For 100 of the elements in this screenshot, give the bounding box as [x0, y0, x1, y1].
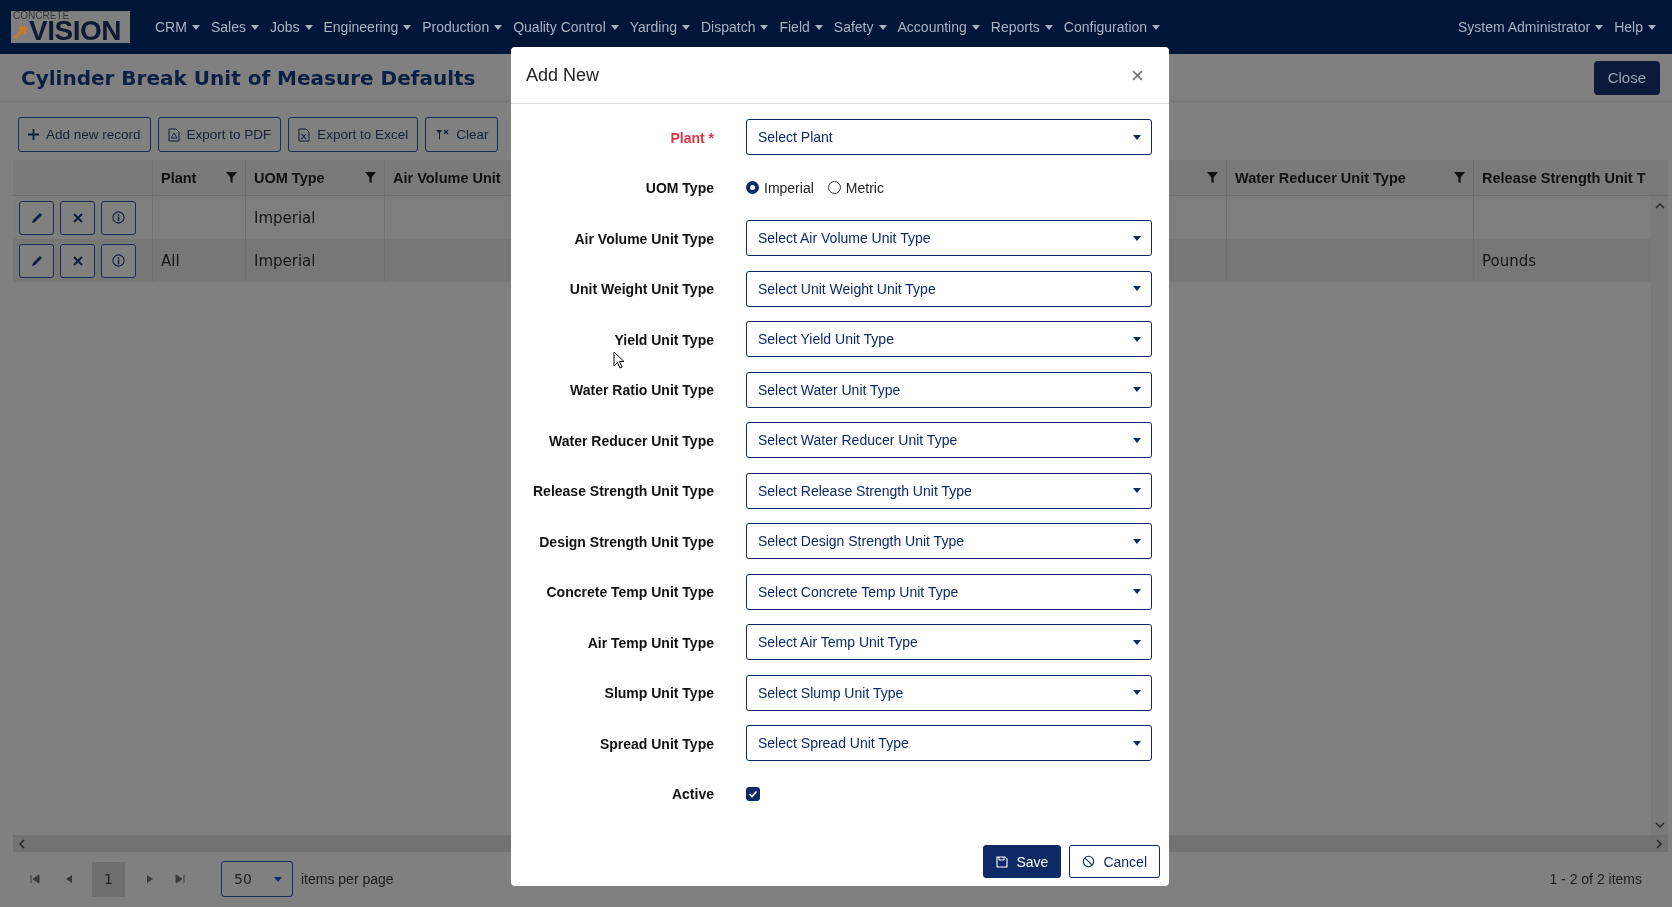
close-icon[interactable] [1132, 69, 1143, 81]
dialog-title: Add New [526, 64, 600, 86]
info-icon [112, 254, 125, 267]
select-dropdown[interactable]: Select Spread Unit Type [746, 725, 1152, 761]
nav-menu[interactable]: Jobs [264, 15, 318, 39]
caret-icon [610, 24, 619, 30]
nav-menu[interactable]: Yarding [624, 15, 695, 39]
toolbar-button[interactable]: Clear [425, 117, 499, 152]
scroll-down-icon[interactable] [1654, 821, 1665, 829]
scroll-left-icon[interactable] [18, 838, 26, 849]
delete-button[interactable] [60, 200, 95, 235]
column-header[interactable]: UOM Type [254, 169, 325, 186]
nav-menu[interactable]: Quality Control [508, 15, 624, 39]
cancel-icon [1082, 855, 1096, 868]
nav-menu[interactable]: Configuration [1058, 15, 1166, 39]
scroll-right-icon[interactable] [1655, 838, 1663, 849]
nav-menu[interactable]: Production [417, 15, 508, 39]
select-dropdown[interactable]: Select Slump Unit Type [746, 674, 1152, 711]
radio-button[interactable]: Metric [827, 179, 884, 196]
select-dropdown[interactable]: Select Yield Unit Type [746, 321, 1152, 357]
nav-menu[interactable]: CRM [150, 15, 205, 39]
caret-icon [1595, 24, 1604, 30]
nav-menu[interactable]: Safety [828, 15, 892, 39]
checkbox[interactable] [746, 786, 760, 801]
nav-menu[interactable]: Reports [985, 15, 1058, 39]
caret-icon [250, 24, 259, 30]
caret-icon [403, 24, 412, 30]
select-dropdown[interactable]: Select Air Temp Unit Type [746, 624, 1152, 660]
page-title: Cylinder Break Unit of Measure Defaults [21, 65, 476, 90]
nav-menu[interactable]: Engineering [318, 15, 417, 39]
pdf-file-icon [167, 127, 180, 142]
field-label: Air Temp Unit Type [587, 634, 714, 651]
caret-icon [814, 24, 823, 30]
info-button[interactable] [101, 200, 136, 235]
checkmark-icon [748, 788, 758, 799]
nav-menu[interactable]: System Administrator [1452, 15, 1609, 39]
caret-icon [682, 24, 690, 30]
nav-menu[interactable]: Accounting [892, 15, 985, 39]
select-dropdown[interactable]: Select Release Strength Unit Type [746, 472, 1152, 509]
filter-icon[interactable] [1207, 172, 1218, 183]
next-page-icon[interactable] [145, 874, 155, 884]
table-cell: Pounds [1482, 251, 1537, 270]
select-dropdown[interactable]: Select Unit Weight Unit Type [746, 270, 1152, 307]
field-label: Concrete Temp Unit Type [546, 584, 714, 600]
field-label: Water Reducer Unit Type [549, 432, 714, 449]
previous-page-icon[interactable] [64, 874, 74, 884]
caret-icon [760, 24, 769, 30]
page-size-dropdown[interactable]: 50 [221, 861, 293, 897]
field-label: Air Volume Unit Type [574, 230, 714, 247]
pencil-icon [30, 254, 43, 267]
pager-summary: 1 - 2 of 2 items [1549, 871, 1642, 887]
field-label: Yield Unit Type [614, 331, 714, 348]
edit-button[interactable] [19, 200, 54, 235]
arrow-icon [13, 24, 29, 40]
filter-icon[interactable] [226, 172, 237, 183]
field-label: Release Strength Unit Type [533, 483, 714, 499]
nav-menu[interactable]: Field [774, 15, 828, 39]
column-header[interactable]: Plant [161, 169, 197, 186]
toolbar-button[interactable]: Add new record [18, 117, 151, 152]
toolbar-button[interactable]: Export to PDF [157, 117, 282, 152]
nav-menu[interactable]: Dispatch [696, 15, 774, 39]
select-dropdown[interactable]: Select Water Reducer Unit Type [746, 422, 1152, 458]
last-page-icon[interactable] [175, 874, 185, 884]
save-button[interactable]: Save [983, 845, 1062, 878]
nav-menu[interactable]: Help [1609, 15, 1661, 39]
delete-button[interactable] [60, 243, 95, 278]
close-button[interactable]: Close [1593, 60, 1660, 95]
info-button[interactable] [101, 243, 136, 278]
pencil-icon [30, 211, 43, 224]
first-page-icon[interactable] [30, 874, 40, 884]
field-label: Spread Unit Type [599, 735, 714, 752]
table-cell: Imperial [254, 208, 316, 227]
caret-icon [1152, 24, 1161, 30]
spreadsheet-file-icon [298, 127, 311, 142]
field-label: Slump Unit Type [604, 685, 714, 701]
nav-menu[interactable]: Sales [205, 15, 264, 39]
vertical-scrollbar[interactable] [1651, 196, 1668, 835]
select-dropdown[interactable]: Select Design Strength Unit Type [746, 523, 1152, 559]
edit-button[interactable] [19, 243, 54, 278]
select-dropdown[interactable]: Select Plant [746, 119, 1152, 155]
scroll-up-icon[interactable] [1654, 202, 1665, 210]
field-label: Unit Weight Unit Type [569, 281, 714, 297]
radio-button[interactable]: Imperial [746, 179, 814, 196]
select-dropdown[interactable]: Select Water Unit Type [746, 371, 1152, 408]
filter-icon[interactable] [1454, 172, 1465, 183]
caret-icon [971, 24, 980, 30]
table-cell: Imperial [254, 251, 316, 270]
field-label: UOM Type [645, 180, 714, 196]
select-dropdown[interactable]: Select Concrete Temp Unit Type [746, 573, 1152, 610]
column-header[interactable]: Release Strength Unit T [1482, 169, 1646, 186]
column-header[interactable]: Air Volume Unit [393, 169, 501, 186]
toolbar-button[interactable]: Export to Excel [288, 117, 419, 152]
column-header[interactable]: Water Reducer Unit Type [1235, 169, 1406, 186]
filter-icon[interactable] [365, 172, 376, 183]
caret-icon [494, 24, 503, 30]
field-label: Water Ratio Unit Type [570, 382, 714, 398]
cancel-button[interactable]: Cancel [1069, 845, 1160, 878]
select-dropdown[interactable]: Select Air Volume Unit Type [746, 220, 1152, 256]
table-cell: All [161, 251, 180, 270]
caret-icon [1648, 24, 1656, 30]
